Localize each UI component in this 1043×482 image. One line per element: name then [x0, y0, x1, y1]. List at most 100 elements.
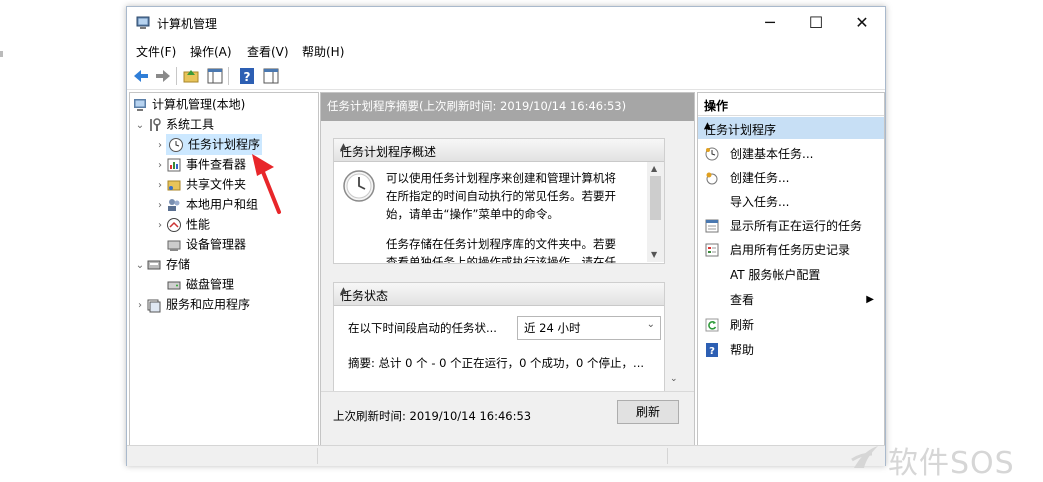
action-help[interactable]: ? 帮助	[698, 339, 884, 361]
collapse-up-icon[interactable]: ▲	[340, 142, 658, 152]
event-viewer-icon	[167, 158, 181, 171]
disk-icon	[167, 281, 181, 289]
scheduler-summary-pane: 任务计划程序摘要(上次刷新时间: 2019/10/14 16:46:53) 任务…	[320, 92, 695, 446]
users-icon	[168, 198, 180, 211]
summary-header-text: 任务计划程序摘要(上次刷新时间: 2019/10/14 16:46:53)	[327, 99, 627, 113]
tree-item-storage[interactable]: ⌄ 存储	[134, 254, 190, 274]
menu-view[interactable]: 查看(V)	[247, 43, 289, 60]
expand-arrow-icon[interactable]: ›	[154, 196, 166, 216]
system-tools-icon	[150, 117, 161, 131]
tree-item-performance[interactable]: › 性能	[154, 214, 210, 234]
overview-line: 任务存储在任务计划程序库的文件夹中。若要	[386, 237, 616, 251]
status-bar-divider	[667, 448, 668, 464]
action-at-service-account[interactable]: AT 服务帐户配置	[698, 264, 884, 286]
scroll-thumb[interactable]	[650, 176, 661, 220]
watermark-text: 软件SOS	[888, 446, 1015, 481]
up-folder-icon[interactable]	[181, 66, 201, 86]
help-icon[interactable]: ?	[237, 66, 257, 86]
expand-arrow-icon[interactable]: ›	[154, 136, 166, 156]
task-scheduler-clock-icon	[169, 137, 183, 152]
overview-scrollbar[interactable]: ▲ ▼	[647, 162, 664, 262]
tree-item-shared-folders[interactable]: › 共享文件夹	[154, 174, 246, 194]
actions-header: 操作	[698, 93, 884, 116]
toolbar-separator	[228, 67, 229, 85]
tree-item-device-manager[interactable]: 设备管理器	[166, 234, 246, 254]
collapse-up-icon[interactable]: ▲	[340, 286, 658, 296]
scroll-down-icon[interactable]: ⌄	[670, 374, 678, 384]
help-icon: ?	[706, 343, 718, 357]
tree-item-computer-management[interactable]: 计算机管理(本地)	[132, 94, 245, 114]
computer-management-icon	[134, 98, 146, 111]
create-basic-task-icon	[705, 147, 719, 161]
status-bar	[127, 445, 885, 466]
annotation-arrow-icon	[252, 154, 281, 214]
status-summary: 摘要: 总计 0 个 - 0 个正在运行，0 个成功，0 个停止，...	[348, 356, 644, 370]
refresh-button[interactable]: 刷新	[617, 400, 679, 424]
refresh-icon	[705, 318, 719, 332]
overview-line: 在所指定的时间自动执行的常见任务。若要开	[386, 189, 616, 203]
create-task-icon	[706, 172, 718, 185]
submenu-arrow-icon: ▶	[866, 294, 874, 305]
tree-item-system-tools[interactable]: ⌄ 系统工具	[134, 114, 214, 134]
actions-pane: 操作 任务计划程序 ▲ 创建基本任务... 创建任务... 导入任务... 显示…	[697, 92, 885, 446]
watermark-logo-icon	[851, 446, 878, 468]
tree-item-task-scheduler[interactable]: › 任务计划程序	[154, 134, 263, 156]
menu-file[interactable]: 文件(F)	[136, 43, 176, 60]
minimize-button[interactable]: ─	[747, 7, 793, 39]
scroll-up-icon[interactable]: ▲	[651, 164, 657, 173]
action-enable-task-history[interactable]: 启用所有任务历史记录	[698, 239, 884, 261]
overview-section: 任务计划程序概述 ▲ 可以使用任务计划程序来创建和管理计算机将 在所指定的时间自…	[333, 138, 665, 264]
show-hide-console-tree-icon[interactable]	[205, 66, 225, 86]
scroll-down-icon[interactable]: ▼	[651, 250, 657, 259]
window-title: 计算机管理	[157, 17, 218, 31]
action-create-basic-task[interactable]: 创建基本任务...	[698, 143, 884, 165]
back-arrow-icon[interactable]	[131, 66, 151, 86]
overview-section-header[interactable]: 任务计划程序概述 ▲	[334, 139, 664, 162]
overview-text: 可以使用任务计划程序来创建和管理计算机将 在所指定的时间自动执行的常见任务。若要…	[386, 169, 642, 263]
computer-management-icon	[136, 16, 150, 29]
overview-line: 始，请单击“操作”菜单中的命令。	[386, 207, 559, 221]
last-refresh-text: 上次刷新时间: 2019/10/14 16:46:53	[333, 409, 532, 423]
menu-help[interactable]: 帮助(H)	[302, 43, 344, 60]
shared-folder-icon	[167, 180, 181, 190]
close-button[interactable]: ✕	[839, 7, 885, 39]
tree-item-disk-management[interactable]: 磁盘管理	[166, 274, 234, 294]
task-scheduler-clock-icon	[343, 170, 375, 202]
menu-bar: 文件(F) 操作(A) 查看(V) 帮助(H)	[127, 39, 885, 61]
action-refresh[interactable]: 刷新	[698, 314, 884, 336]
summary-scroll-area[interactable]: 任务计划程序概述 ▲ 可以使用任务计划程序来创建和管理计算机将 在所指定的时间自…	[321, 121, 694, 404]
expand-arrow-icon[interactable]: ›	[134, 296, 146, 316]
maximize-button[interactable]: ☐	[793, 7, 839, 39]
forward-arrow-icon[interactable]	[153, 66, 173, 86]
svg-text:?: ?	[244, 70, 251, 84]
overview-line: 查看单独任务上的操作或执行该操作，请在任	[386, 255, 616, 263]
tree-item-services-apps[interactable]: › 服务和应用程序	[134, 294, 250, 314]
actions-header-text: 操作	[704, 99, 729, 113]
actions-section-task-scheduler[interactable]: 任务计划程序 ▲	[698, 117, 884, 139]
collapse-up-icon[interactable]: ▲	[704, 121, 876, 131]
expand-arrow-icon[interactable]: ›	[154, 216, 166, 236]
expand-arrow-icon[interactable]: ›	[154, 156, 166, 176]
tree-item-event-viewer[interactable]: › 事件查看器	[154, 154, 246, 174]
console-tree: 计算机管理(本地) ⌄ 系统工具 › 任务计划程序 › 事件查看器 › 共享文件夹 › 本…	[129, 92, 319, 446]
collapse-arrow-icon[interactable]: ⌄	[134, 116, 146, 136]
summary-footer: 上次刷新时间: 2019/10/14 16:46:53 刷新	[321, 391, 694, 446]
task-status-section-header[interactable]: 任务状态 ▲	[334, 283, 664, 306]
status-period-label: 在以下时间段启动的任务状...	[348, 321, 497, 335]
expand-arrow-icon[interactable]: ›	[154, 176, 166, 196]
computer-management-window: 计算机管理 ─ ☐ ✕ 文件(F) 操作(A) 查看(V) 帮助(H) ? 计算…	[126, 6, 886, 466]
action-show-running-tasks[interactable]: 显示所有正在运行的任务	[698, 215, 884, 237]
action-create-task[interactable]: 创建任务...	[698, 167, 884, 189]
tree-item-local-users[interactable]: › 本地用户和组	[154, 194, 258, 214]
summary-scrollbar[interactable]: ⌄	[666, 121, 683, 391]
chevron-down-icon[interactable]: ⌄	[647, 319, 655, 330]
status-period-select[interactable]: 近 24 小时 ⌄	[517, 316, 661, 340]
menu-action[interactable]: 操作(A)	[190, 43, 232, 60]
storage-icon	[147, 260, 161, 269]
collapse-arrow-icon[interactable]: ⌄	[134, 256, 146, 276]
status-period-value: 近 24 小时	[524, 321, 581, 335]
show-hide-action-pane-icon[interactable]	[261, 66, 281, 86]
action-import-task[interactable]: 导入任务...	[698, 191, 884, 213]
title-bar[interactable]: 计算机管理 ─ ☐ ✕	[127, 7, 885, 39]
action-view[interactable]: 查看 ▶	[698, 289, 884, 311]
